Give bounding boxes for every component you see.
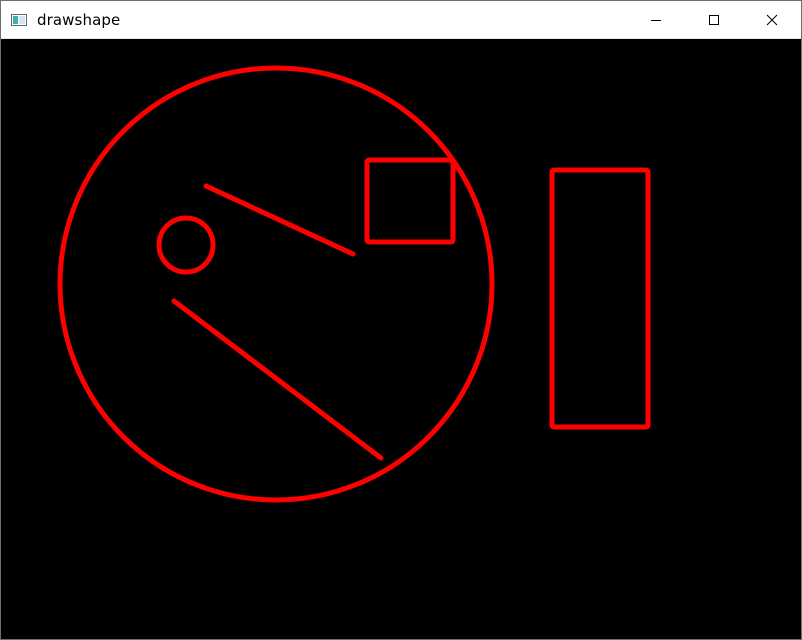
upper-line (203, 183, 356, 257)
maximize-icon (709, 15, 719, 25)
maximize-button[interactable] (685, 1, 743, 39)
lower-line (171, 298, 384, 461)
tall-rectangle (549, 167, 651, 430)
shape-drawing (57, 65, 651, 503)
app-window: drawshape (0, 0, 802, 640)
small-circle (156, 215, 216, 275)
drawing-canvas[interactable] (1, 39, 801, 639)
window-controls (627, 1, 801, 39)
app-icon (11, 13, 27, 26)
close-button[interactable] (743, 1, 801, 39)
large-circle (57, 65, 495, 503)
small-square (364, 157, 456, 245)
close-icon (766, 14, 778, 26)
window-title: drawshape (37, 10, 121, 29)
minimize-icon (651, 20, 661, 21)
minimize-button[interactable] (627, 1, 685, 39)
title-bar[interactable]: drawshape (1, 1, 801, 39)
